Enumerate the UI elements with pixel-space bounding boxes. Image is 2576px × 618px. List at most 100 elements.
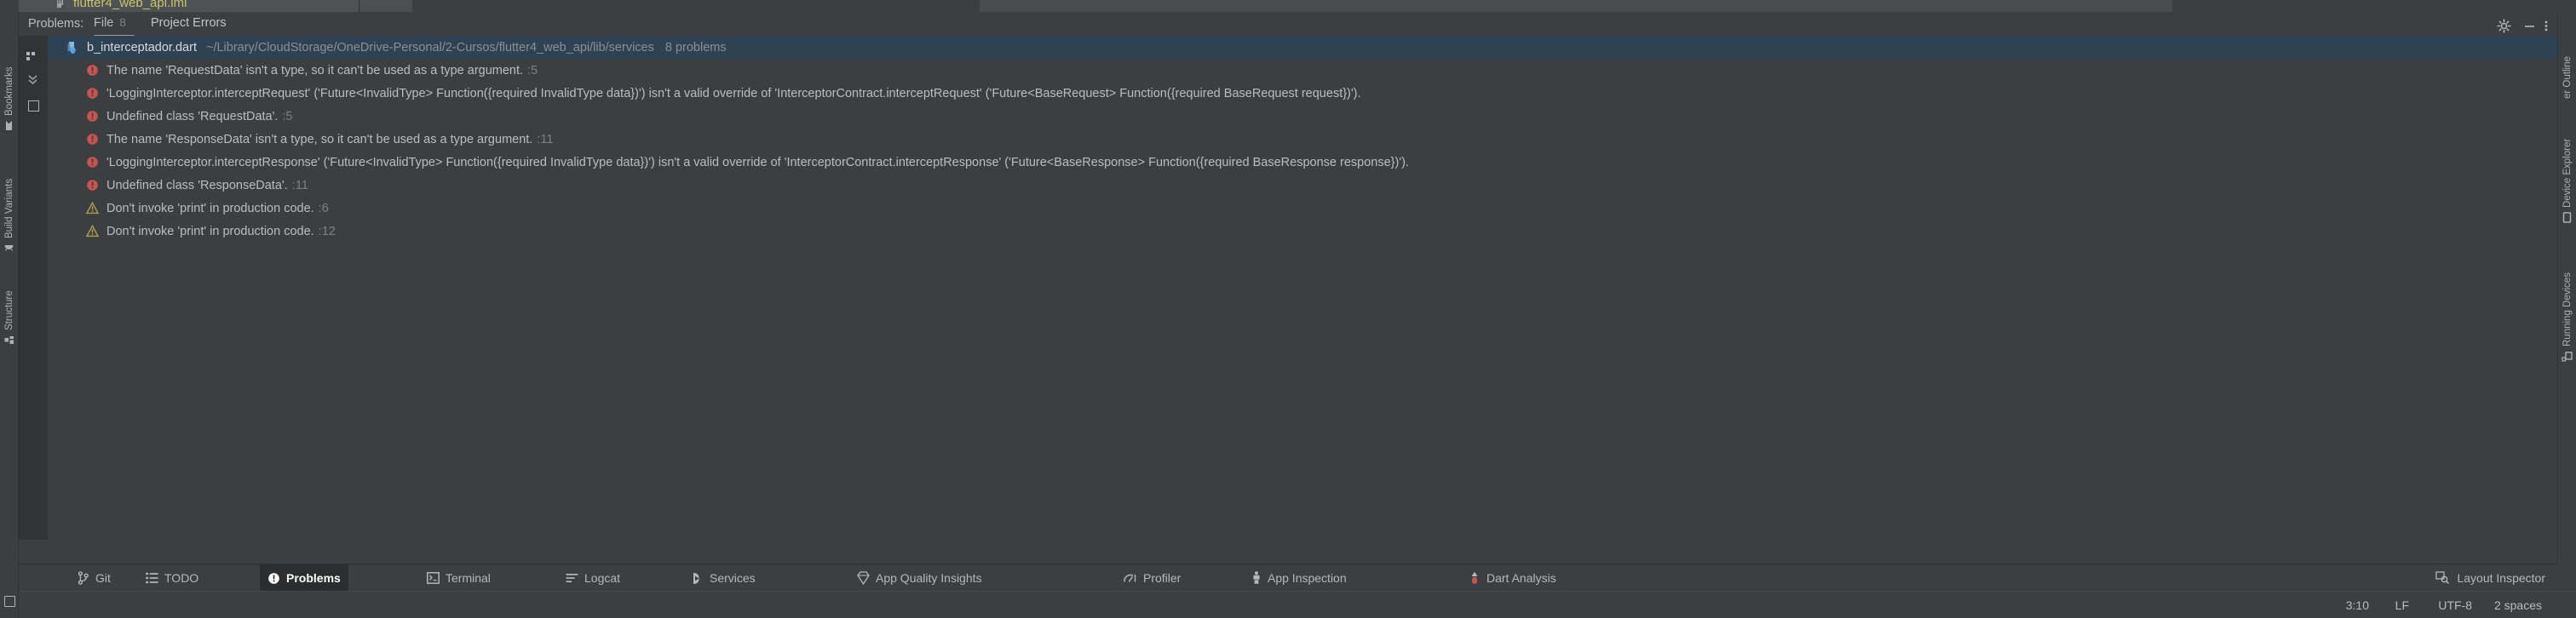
problem-message: 'LoggingInterceptor.interceptRequest' ('… <box>106 86 1361 100</box>
tool-services[interactable]: Services <box>683 564 763 592</box>
problem-message: 'LoggingInterceptor.interceptResponse' (… <box>106 155 1409 169</box>
todo-list-icon <box>146 572 158 584</box>
problems-panel: Problems: File 8 Project Errors b_interc… <box>19 12 2557 564</box>
panel-title: Problems: <box>28 17 84 31</box>
tool-profiler-label: Profiler <box>1143 571 1182 585</box>
tool-problems[interactable]: Problems <box>260 564 348 592</box>
bookmark-icon <box>5 120 14 131</box>
sidebar-item-device-explorer[interactable]: Device Explorer <box>2558 112 2576 223</box>
error-circle-icon <box>267 572 280 585</box>
problems-tree[interactable]: b_interceptador.dart ~/Library/CloudStor… <box>48 36 2557 540</box>
sidebar-item-flutter-outline[interactable]: er Outline <box>2558 17 2576 99</box>
tool-git-label: Git <box>95 571 111 585</box>
line-separator-label: LF <box>2395 598 2409 612</box>
kebab-menu-icon[interactable] <box>2540 19 2552 33</box>
editor-tab-inactive-1[interactable] <box>19 0 359 12</box>
git-branch-icon <box>78 571 89 585</box>
problem-row[interactable]: Don't invoke 'print' in production code.… <box>48 197 2557 220</box>
problem-message: The name 'ResponseData' isn't a type, so… <box>106 132 533 146</box>
minimize-icon[interactable] <box>2522 19 2537 33</box>
warning-icon <box>86 202 99 215</box>
editor-tab-inactive-3[interactable] <box>980 0 2172 12</box>
sidebar-item-running-devices[interactable]: Running Devices <box>2558 238 2576 362</box>
left-tool-strip: Bookmarks Build Variants Structure <box>0 12 19 618</box>
status-indent[interactable]: 2 spaces <box>2494 592 2542 618</box>
services-play-icon <box>691 572 704 585</box>
editor-tab-strip: flutter4_web_api.iml <box>0 0 2576 12</box>
right-tool-strip: er Outline Device Explorer Running Devic… <box>2557 12 2576 564</box>
problem-line-number: :5 <box>282 109 293 123</box>
sidebar-item-bookmarks[interactable]: Bookmarks <box>0 37 19 131</box>
sidebar-label-flutter-outline: er Outline <box>2562 56 2573 99</box>
tool-todo-label: TODO <box>164 571 199 585</box>
problem-message: Don't invoke 'print' in production code. <box>106 201 314 215</box>
tool-terminal-label: Terminal <box>446 571 491 585</box>
sidebar-label-structure: Structure <box>4 290 14 330</box>
tool-app-inspection[interactable]: App Inspection <box>1244 564 1354 592</box>
structure-icon <box>4 335 15 346</box>
sidebar-item-build-variants[interactable]: Build Variants <box>0 141 19 252</box>
problems-panel-header: Problems: File 8 Project Errors <box>19 12 2557 37</box>
problem-row[interactable]: Undefined class 'ResponseData'.:11 <box>48 174 2557 197</box>
problems-file-node[interactable]: b_interceptador.dart ~/Library/CloudStor… <box>48 36 2557 59</box>
gear-icon[interactable] <box>2497 19 2511 33</box>
dart-icon <box>1469 571 1481 585</box>
problem-line-number: :6 <box>318 201 329 215</box>
problem-row[interactable]: The name 'ResponseData' isn't a type, so… <box>48 128 2557 151</box>
expand-all-icon[interactable] <box>28 73 37 85</box>
device-icon <box>2563 212 2573 223</box>
tool-layout-inspector[interactable]: Layout Inspector <box>2435 564 2545 592</box>
collapse-all-icon[interactable] <box>26 51 40 61</box>
status-encoding[interactable]: UTF-8 <box>2438 592 2472 618</box>
android-icon <box>4 243 15 252</box>
tool-git[interactable]: Git <box>70 564 118 592</box>
problem-row[interactable]: Don't invoke 'print' in production code.… <box>48 220 2557 243</box>
terminal-icon <box>427 572 440 584</box>
profiler-gauge-icon <box>1124 572 1137 584</box>
status-line-separator[interactable]: LF <box>2395 592 2409 618</box>
editor-tab-label[interactable]: flutter4_web_api.iml <box>73 0 187 10</box>
tool-todo[interactable]: TODO <box>138 564 206 592</box>
view-options-icon[interactable] <box>28 100 39 112</box>
problems-file-path: ~/Library/CloudStorage/OneDrive-Personal… <box>205 40 654 54</box>
tool-terminal[interactable]: Terminal <box>419 564 498 592</box>
project-toggle-icon[interactable] <box>4 596 15 607</box>
editor-tab-gap <box>412 0 975 12</box>
problem-line-number: :5 <box>527 63 538 77</box>
problem-row[interactable]: Undefined class 'RequestData'.:5 <box>48 105 2557 128</box>
tab-file-label: File <box>94 16 114 30</box>
tab-project-errors[interactable]: Project Errors <box>151 16 227 36</box>
problem-line-number: :12 <box>318 224 336 238</box>
tab-file[interactable]: File 8 <box>94 16 126 36</box>
editor-tab-inactive-2[interactable] <box>359 0 412 12</box>
tab-file-count: 8 <box>119 16 126 29</box>
problems-file-name: b_interceptador.dart <box>87 40 197 54</box>
error-icon <box>86 133 99 146</box>
sidebar-item-structure[interactable]: Structure <box>0 260 19 346</box>
tool-profiler[interactable]: Profiler <box>1116 564 1188 592</box>
problems-file-count: 8 problems <box>664 40 727 54</box>
problem-message: Undefined class 'RequestData'. <box>106 109 279 123</box>
problem-message: Undefined class 'ResponseData'. <box>106 178 288 192</box>
problem-row[interactable]: 'LoggingInterceptor.interceptRequest' ('… <box>48 82 2557 105</box>
status-caret-position[interactable]: 3:10 <box>2346 592 2369 618</box>
problem-line-number: :11 <box>291 178 308 192</box>
layout-inspector-label: Layout Inspector <box>2457 571 2545 585</box>
sidebar-label-build-variants: Build Variants <box>4 178 14 238</box>
tool-logcat[interactable]: Logcat <box>558 564 628 592</box>
tool-logcat-label: Logcat <box>584 571 621 585</box>
tool-app-quality-insights-label: App Quality Insights <box>876 571 982 585</box>
tool-problems-label: Problems <box>286 571 341 585</box>
error-icon <box>86 156 99 169</box>
tool-dart-analysis[interactable]: Dart Analysis <box>1461 564 1564 592</box>
warning-icon <box>86 225 99 237</box>
problem-row[interactable]: The name 'RequestData' isn't a type, so … <box>48 59 2557 82</box>
problem-message: Don't invoke 'print' in production code. <box>106 224 314 238</box>
caret-position-label: 3:10 <box>2345 598 2369 612</box>
tool-app-quality-insights[interactable]: App Quality Insights <box>849 564 990 592</box>
problem-row[interactable]: 'LoggingInterceptor.interceptResponse' (… <box>48 151 2557 174</box>
sidebar-label-bookmarks: Bookmarks <box>4 66 14 116</box>
tab-project-errors-label: Project Errors <box>151 16 227 30</box>
tool-dart-analysis-label: Dart Analysis <box>1486 571 1556 585</box>
sidebar-label-running-devices: Running Devices <box>2562 272 2573 346</box>
